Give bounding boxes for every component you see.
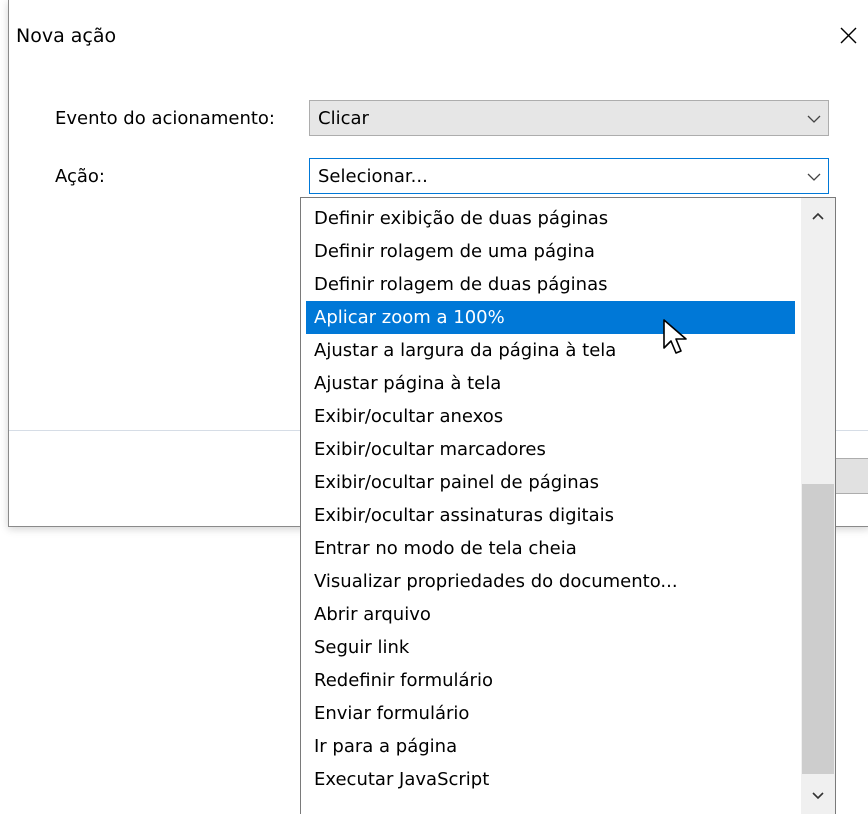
- dropdown-item[interactable]: Executar JavaScript: [306, 763, 795, 796]
- dropdown-item[interactable]: Exibir/ocultar painel de páginas: [306, 466, 795, 499]
- event-select[interactable]: Clicar: [309, 100, 829, 136]
- dropdown-item[interactable]: Definir rolagem de uma página: [306, 235, 795, 268]
- dropdown-item[interactable]: Ajustar página à tela: [306, 367, 795, 400]
- dropdown-item[interactable]: Entrar no modo de tela cheia: [306, 532, 795, 565]
- dropdown-item[interactable]: Ir para a página: [306, 730, 795, 763]
- action-label: Ação:: [55, 166, 106, 187]
- chevron-down-icon: [807, 115, 821, 123]
- close-icon[interactable]: [829, 16, 867, 54]
- chevron-down-icon[interactable]: [810, 788, 826, 804]
- chevron-up-icon[interactable]: [810, 208, 826, 224]
- dialog-button[interactable]: [835, 458, 868, 494]
- dropdown-item[interactable]: Definir exibição de duas páginas: [306, 202, 795, 235]
- dropdown-item[interactable]: Exibir/ocultar anexos: [306, 400, 795, 433]
- dropdown-item[interactable]: Exibir/ocultar assinaturas digitais: [306, 499, 795, 532]
- dropdown-item[interactable]: Abrir arquivo: [306, 598, 795, 631]
- dialog-title: Nova ação: [16, 25, 117, 47]
- mouse-pointer-icon: [663, 319, 687, 354]
- dropdown-item[interactable]: Seguir link: [306, 631, 795, 664]
- event-label: Evento do acionamento:: [55, 108, 275, 129]
- action-select[interactable]: Selecionar...: [309, 158, 829, 194]
- action-select-value: Selecionar...: [318, 166, 428, 187]
- action-dropdown-list[interactable]: Definir exibição de duas páginas Definir …: [300, 197, 836, 814]
- chevron-down-icon: [807, 173, 821, 181]
- dropdown-item[interactable]: Definir rolagem de duas páginas: [306, 268, 795, 301]
- dropdown-item[interactable]: Enviar formulário: [306, 697, 795, 730]
- dropdown-item[interactable]: Visualizar propriedades do documento...: [306, 565, 795, 598]
- dropdown-item[interactable]: Exibir/ocultar marcadores: [306, 433, 795, 466]
- dropdown-item[interactable]: Redefinir formulário: [306, 664, 795, 697]
- scrollbar[interactable]: [801, 198, 835, 814]
- scrollbar-thumb[interactable]: [802, 484, 834, 774]
- event-select-value: Clicar: [318, 108, 369, 129]
- dropdown-item[interactable]: Ajustar a largura da página à tela: [306, 334, 795, 367]
- dropdown-item[interactable]: Aplicar zoom a 100%: [306, 301, 795, 334]
